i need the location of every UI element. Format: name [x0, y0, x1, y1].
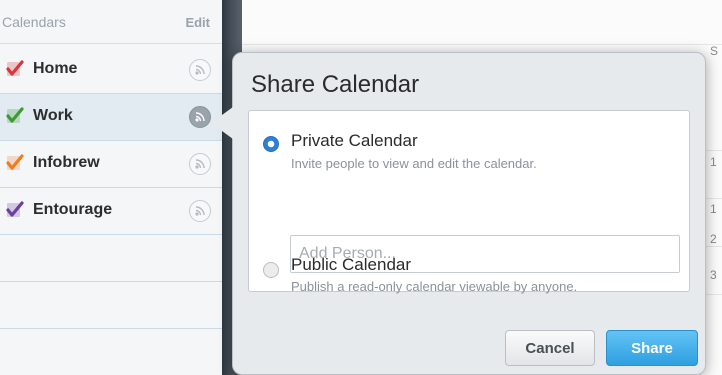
- edit-button[interactable]: Edit: [185, 15, 210, 30]
- checkmark-icon[interactable]: [6, 107, 24, 125]
- calendar-day-label: 2: [710, 232, 717, 246]
- calendar-sidebar: Calendars Edit Home Work Infobrew Entourage: [0, 0, 222, 375]
- public-calendar-description: Publish a read-only calendar viewable by…: [291, 279, 578, 294]
- broadcast-icon[interactable]: [189, 106, 211, 128]
- broadcast-icon[interactable]: [189, 59, 211, 81]
- calendar-name: Work: [33, 107, 73, 124]
- calendar-day-label: S: [710, 44, 719, 58]
- checkmark-icon[interactable]: [6, 201, 24, 219]
- checkmark-icon[interactable]: [6, 60, 24, 78]
- calendar-name: Home: [33, 60, 78, 77]
- cancel-button[interactable]: Cancel: [505, 330, 595, 366]
- calendar-row-entourage[interactable]: Entourage: [0, 188, 222, 235]
- calendar-day-label: 1: [710, 202, 717, 216]
- calendar-day-label: 1: [710, 155, 717, 169]
- private-calendar-radio[interactable]: [263, 136, 279, 152]
- calendar-list: Home Work Infobrew Entourage: [0, 47, 222, 375]
- calendar-name: Infobrew: [33, 154, 100, 171]
- calendar-row-home[interactable]: Home: [0, 47, 222, 94]
- calendar-row-infobrew[interactable]: Infobrew: [0, 141, 222, 188]
- calendar-name: Entourage: [33, 201, 113, 218]
- broadcast-icon[interactable]: [189, 200, 211, 222]
- sharing-options: Private Calendar Invite people to view a…: [248, 110, 690, 294]
- public-calendar-label[interactable]: Public Calendar: [291, 255, 411, 275]
- public-calendar-radio[interactable]: [263, 262, 279, 278]
- share-button[interactable]: Share: [606, 330, 698, 366]
- sidebar-header: Calendars Edit: [0, 0, 222, 44]
- calendar-row-work[interactable]: Work: [0, 94, 222, 141]
- broadcast-icon[interactable]: [189, 153, 211, 175]
- popover-arrow: [211, 107, 233, 139]
- grid-line: [242, 44, 722, 45]
- popover-title: Share Calendar: [251, 71, 420, 98]
- checkmark-icon[interactable]: [6, 154, 24, 172]
- empty-row: [0, 329, 222, 375]
- app-window: S 1 1 2 3 Calendars Edit Home Work Infobre…: [0, 0, 722, 375]
- private-calendar-label[interactable]: Private Calendar: [291, 131, 418, 151]
- calendar-day-label: 3: [710, 268, 717, 282]
- share-calendar-popover: Share Calendar Private Calendar Invite p…: [211, 52, 706, 375]
- empty-row: [0, 235, 222, 282]
- sidebar-title: Calendars: [2, 14, 66, 30]
- private-calendar-description: Invite people to view and edit the calen…: [291, 156, 537, 171]
- empty-row: [0, 282, 222, 329]
